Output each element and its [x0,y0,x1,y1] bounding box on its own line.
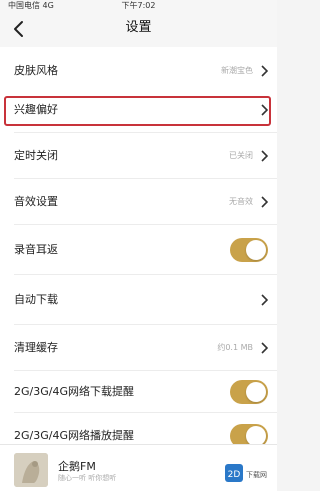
row-label: 清理缓存 [14,341,58,354]
status-bar: 中国电信 4G 下午7:02 [0,0,277,11]
page-title: 设置 [125,20,152,35]
toggle-knob [246,240,266,260]
row-label: 2G/3G/4G网络下载提醒 [14,385,134,398]
chevron-right-icon [261,196,268,208]
watermark-logo: 2D 下载网 [225,464,267,482]
row-value: 无音效 [229,197,253,206]
footer-title: 企鹅FM [58,460,96,473]
nav-bar: 设置 [0,11,277,47]
row-timer-off[interactable]: 定时关闭 已关闭 [0,133,277,179]
row-auto-download[interactable]: 自动下载 [0,275,277,325]
footer-subtitle: 随心一听 听你想听 [58,474,117,482]
row-value: 已关闭 [229,151,253,160]
row-label: 录音耳返 [14,243,58,256]
recording-monitor-toggle[interactable] [230,238,268,262]
chevron-right-icon [261,65,268,77]
download-reminder-toggle[interactable] [230,380,268,404]
footer-app-info: 企鹅FM 随心一听 听你想听 2D 下载网 [0,444,277,491]
toggle-knob [246,426,266,446]
svg-text:2D: 2D [228,470,241,480]
chevron-right-icon [261,150,268,162]
row-download-reminder: 2G/3G/4G网络下载提醒 [0,371,277,413]
chevron-right-icon [261,294,268,306]
row-value: 约0.1 MB [217,343,253,352]
status-time: 下午7:02 [121,1,156,10]
row-label: 定时关闭 [14,149,58,162]
highlight-annotation-box [4,96,271,126]
app-logo [14,453,48,487]
toggle-knob [246,382,266,402]
row-recording-monitor: 录音耳返 [0,225,277,275]
row-clear-cache[interactable]: 清理缓存 约0.1 MB [0,325,277,371]
row-sound-effect[interactable]: 音效设置 无音效 [0,179,277,225]
row-label: 自动下载 [14,293,58,306]
chevron-right-icon [261,342,268,354]
svg-text:下载网: 下载网 [246,470,267,479]
row-label: 音效设置 [14,195,58,208]
